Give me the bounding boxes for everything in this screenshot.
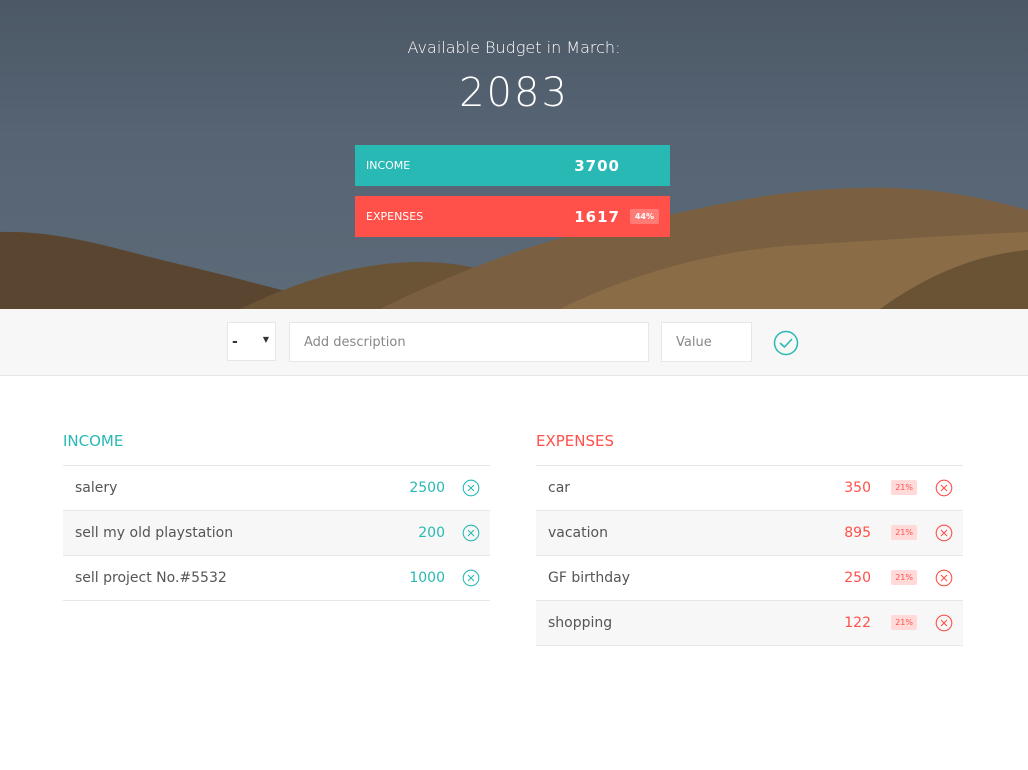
income-column: INCOME salery 2500 sell my old playstati…	[63, 432, 490, 601]
expense-percentage-badge: 21%	[891, 480, 917, 495]
expense-item: car 350 21%	[536, 465, 963, 510]
expense-item-value: 122	[844, 615, 871, 631]
delete-expense-icon[interactable]	[935, 524, 953, 542]
expenses-summary-value: 1617	[574, 207, 620, 226]
expenses-percentage-badge: 44%	[629, 209, 659, 224]
income-item: sell my old playstation 200	[63, 510, 490, 555]
expense-item-value: 895	[844, 525, 871, 541]
income-item-description: sell my old playstation	[75, 525, 234, 541]
income-item-value: 200	[418, 525, 445, 541]
expense-item-description: car	[548, 480, 571, 496]
income-summary-label: INCOME	[366, 159, 411, 172]
expenses-column: EXPENSES car 350 21% vacation 895 21% GF…	[536, 432, 963, 646]
expense-percentage-badge: 21%	[891, 570, 917, 585]
expense-item: GF birthday 250 21%	[536, 555, 963, 600]
income-list: salery 2500 sell my old playstation 200 …	[63, 465, 490, 601]
expense-item: vacation 895 21%	[536, 510, 963, 555]
budget-title: Available Budget in March:	[407, 38, 621, 57]
budget-value: 2083	[459, 70, 569, 116]
income-item-description: sell project No.#5532	[75, 570, 227, 586]
income-summary: INCOME 3700	[355, 145, 670, 186]
expense-item-description: GF birthday	[548, 570, 630, 586]
type-select-value: -	[232, 334, 238, 350]
expense-item-value: 350	[844, 480, 871, 496]
income-item: sell project No.#5532 1000	[63, 555, 490, 601]
income-item: salery 2500	[63, 465, 490, 510]
income-item-value: 2500	[409, 480, 445, 496]
expense-item-description: vacation	[548, 525, 608, 541]
description-input[interactable]	[289, 322, 649, 362]
delete-income-icon[interactable]	[462, 569, 480, 587]
expenses-title: EXPENSES	[536, 432, 615, 450]
expense-item-description: shopping	[548, 615, 613, 631]
expense-percentage-badge: 21%	[891, 525, 917, 540]
expense-item-value: 250	[844, 570, 871, 586]
delete-expense-icon[interactable]	[935, 479, 953, 497]
income-summary-value: 3700	[574, 156, 620, 175]
expense-percentage-badge: 21%	[891, 615, 917, 630]
budget-header: Available Budget in March: 2083 INCOME 3…	[0, 0, 1028, 309]
income-item-value: 1000	[409, 570, 445, 586]
expenses-summary-label: EXPENSES	[366, 210, 424, 223]
add-item-bar: - ▼	[0, 309, 1028, 376]
add-checkmark-icon[interactable]	[773, 330, 799, 356]
expense-item: shopping 122 21%	[536, 600, 963, 646]
income-title: INCOME	[63, 432, 124, 450]
value-input[interactable]	[661, 322, 752, 362]
income-item-description: salery	[75, 480, 118, 496]
expenses-summary: EXPENSES 1617 44%	[355, 196, 670, 237]
delete-income-icon[interactable]	[462, 479, 480, 497]
dropdown-arrow-icon: ▼	[262, 335, 269, 344]
delete-expense-icon[interactable]	[935, 614, 953, 632]
type-select[interactable]: - ▼	[227, 322, 276, 361]
delete-income-icon[interactable]	[462, 524, 480, 542]
expenses-list: car 350 21% vacation 895 21% GF birthday…	[536, 465, 963, 646]
delete-expense-icon[interactable]	[935, 569, 953, 587]
